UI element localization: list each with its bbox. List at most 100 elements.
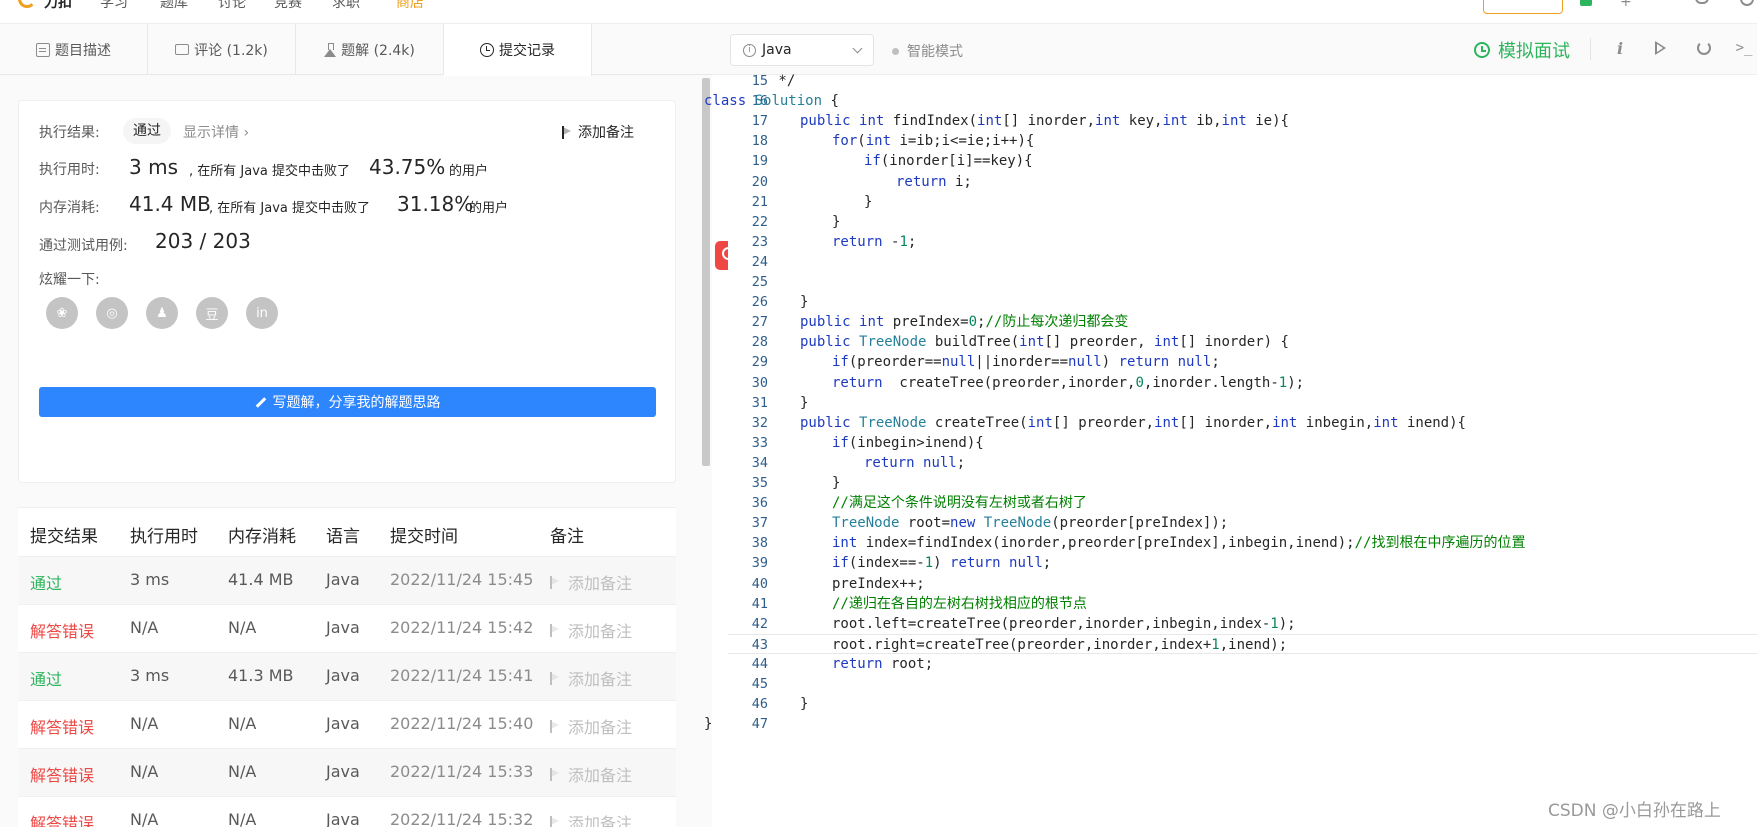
code-line[interactable]: 33 if(inbegin>inend){ [728, 433, 1757, 453]
code-line[interactable]: 31} [728, 393, 1757, 413]
console-icon[interactable]: >_ [1732, 36, 1756, 60]
table-row[interactable]: 解答错误 N/A N/A Java 2022/11/24 15:32 添加备注 [18, 796, 676, 827]
code-line[interactable]: 16 class Solution { [704, 91, 1757, 111]
plus-member-button[interactable] [1483, 0, 1563, 14]
code-line[interactable]: 24 [728, 252, 1757, 272]
code-line[interactable]: 22} [728, 212, 1757, 232]
code-text: } [800, 294, 809, 311]
nav-discuss[interactable]: 讨论 [218, 0, 246, 12]
nav-problems[interactable]: 题库 [160, 0, 188, 12]
row-add-note-button[interactable]: 添加备注 [550, 810, 632, 827]
row-status-link[interactable]: 解答错误 [30, 618, 94, 642]
code-line[interactable]: 26} [728, 292, 1757, 312]
qq-icon[interactable]: ♟ [146, 297, 178, 329]
code-line[interactable]: 35} [728, 473, 1757, 493]
tab-comments[interactable]: 评论 (1.2k) [148, 24, 296, 75]
row-time: N/A [130, 810, 159, 827]
add-note-button[interactable]: 添加备注 [562, 122, 634, 142]
reset-icon[interactable] [1692, 36, 1716, 60]
tab-solutions[interactable]: 题解 (2.4k) [296, 24, 444, 75]
code-line[interactable]: 23 return -1; [728, 232, 1757, 252]
smart-mode-toggle[interactable]: 智能模式 [892, 41, 963, 61]
show-details-link[interactable]: 显示详情 › [183, 122, 249, 142]
code-line[interactable]: 20 return i; [728, 172, 1757, 192]
code-line[interactable]: 40 preIndex++; [728, 574, 1757, 594]
code-line[interactable]: 44 return root; [728, 654, 1757, 674]
code-line[interactable]: 36 //满足这个条件说明没有左树或者右树了 [728, 493, 1757, 513]
code-line[interactable]: 27 public int preIndex=0;//防止每次递归都会变 [728, 312, 1757, 332]
avatar[interactable] [1740, 0, 1754, 6]
code-text: class Solution { [704, 93, 839, 110]
code-line[interactable]: 19 if(inorder[i]==key){ [728, 151, 1757, 171]
task-icon[interactable] [1580, 0, 1592, 6]
row-lang: Java [326, 666, 360, 685]
linkedin-icon[interactable]: in [246, 297, 278, 329]
nav-contest[interactable]: 竞赛 [274, 0, 302, 12]
douban-icon[interactable]: 豆 [196, 297, 228, 329]
write-solution-button[interactable]: 写题解，分享我的解题思路 [39, 387, 656, 417]
tab-description[interactable]: 题目描述 [0, 24, 148, 75]
run-icon[interactable] [1648, 36, 1672, 60]
runtime-value: 3 ms [129, 155, 178, 179]
table-row[interactable]: 通过 3 ms 41.3 MB Java 2022/11/24 15:41 添加备注 [18, 652, 676, 700]
comment-icon [175, 44, 190, 55]
code-line[interactable]: 29 if(preorder==null||inorder==null) retu… [728, 352, 1757, 372]
row-note-label: 添加备注 [568, 718, 633, 737]
table-row[interactable]: 通过 3 ms 41.4 MB Java 2022/11/24 15:45 添加备注 [18, 556, 676, 604]
code-text: for(int i=ib;i<=ie;i++){ [832, 133, 1035, 150]
nav-learn[interactable]: 学习 [100, 0, 128, 12]
code-line[interactable]: 18 for(int i=ib;i<=ie;i++){ [728, 131, 1757, 151]
info-italic-icon[interactable]: i [1608, 36, 1632, 60]
row-status-link[interactable]: 解答错误 [30, 810, 94, 827]
row-submit-time: 2022/11/24 15:41 [390, 666, 534, 685]
code-line[interactable]: 43 root.right=createTree(preorder,inorder… [728, 633, 1757, 654]
code-line[interactable]: 46} [728, 694, 1757, 714]
code-line[interactable]: 21} [728, 192, 1757, 212]
code-line[interactable]: 42 root.left=createTree(preorder,inorder,… [728, 614, 1757, 634]
table-row[interactable]: 解答错误 N/A N/A Java 2022/11/24 15:40 添加备注 [18, 700, 676, 748]
weibo-icon[interactable]: ◎ [96, 297, 128, 329]
code-line[interactable]: 39 if(index==-1) return null; [728, 553, 1757, 573]
code-line[interactable]: 32 public TreeNode createTree(int[] preor… [728, 413, 1757, 433]
code-line[interactable]: 41 //递归在各自的左树右树找相应的根节点 [728, 594, 1757, 614]
row-status-link[interactable]: 解答错误 [30, 762, 94, 786]
flag-icon [550, 575, 560, 589]
left-panel: 题目描述 评论 (1.2k) 题解 (2.4k) 提交记录 执行结果: 通过 显… [0, 24, 712, 827]
nav-jobs[interactable]: 求职 [332, 0, 360, 12]
code-line[interactable]: 15 */ [728, 71, 1757, 91]
tab-submissions[interactable]: 提交记录 [444, 24, 592, 76]
row-status-link[interactable]: 解答错误 [30, 714, 94, 738]
table-row[interactable]: 解答错误 N/A N/A Java 2022/11/24 15:33 添加备注 [18, 748, 676, 796]
row-add-note-button[interactable]: 添加备注 [550, 762, 632, 786]
row-add-note-button[interactable]: 添加备注 [550, 618, 632, 642]
row-status-link[interactable]: 通过 [30, 570, 62, 594]
add-icon[interactable]: + [1620, 0, 1632, 10]
leetcode-logo-icon[interactable] [18, 0, 36, 8]
col-note: 备注 [550, 527, 584, 547]
wechat-icon[interactable]: ❀ [46, 297, 78, 329]
language-select[interactable]: i Java [730, 34, 874, 66]
notification-bell-icon[interactable] [1695, 0, 1709, 4]
nav-brand[interactable]: 力扣 [44, 0, 72, 12]
scrollbar-thumb[interactable] [702, 78, 710, 466]
code-line[interactable]: 34 return null; [728, 453, 1757, 473]
code-line[interactable]: 47} [704, 714, 1757, 734]
row-add-note-button[interactable]: 添加备注 [550, 570, 632, 594]
line-number: 22 [751, 213, 768, 230]
code-line[interactable]: 17 public int findIndex(int[] inorder,int… [728, 111, 1757, 131]
row-add-note-button[interactable]: 添加备注 [550, 666, 632, 690]
row-add-note-button[interactable]: 添加备注 [550, 714, 632, 738]
nav-store[interactable]: 商店 [396, 0, 424, 12]
code-line[interactable]: 37 TreeNode root=new TreeNode(preorder[pr… [728, 513, 1757, 533]
code-text: int index=findIndex(inorder,preorder[pre… [832, 535, 1526, 552]
code-line[interactable]: 38 int index=findIndex(inorder,preorder[p… [728, 533, 1757, 553]
line-number: 44 [751, 655, 768, 672]
mock-interview-button[interactable]: 模拟面试 [1474, 37, 1570, 63]
code-line[interactable]: 28 public TreeNode buildTree(int[] preord… [728, 332, 1757, 352]
code-editor[interactable]: 15 */16 class Solution {17 public int find… [704, 73, 1757, 827]
code-line[interactable]: 25 [728, 272, 1757, 292]
table-row[interactable]: 解答错误 N/A N/A Java 2022/11/24 15:42 添加备注 [18, 604, 676, 652]
row-status-link[interactable]: 通过 [30, 666, 62, 690]
code-line[interactable]: 30 return createTree(preorder,inorder,0,i… [728, 373, 1757, 393]
code-line[interactable]: 45 [728, 674, 1757, 694]
